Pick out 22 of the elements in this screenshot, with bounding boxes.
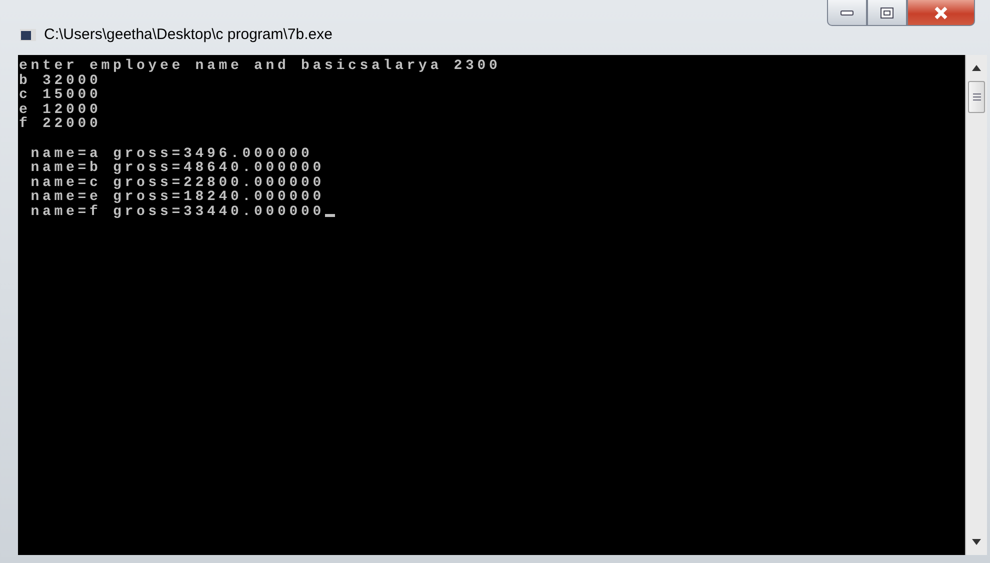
scroll-down-icon[interactable] — [972, 539, 981, 545]
console-line: b 32000 — [19, 74, 102, 88]
close-icon — [933, 6, 949, 20]
console-line: e 12000 — [19, 102, 102, 118]
vertical-scrollbar[interactable] — [965, 55, 987, 555]
scroll-up-icon[interactable] — [972, 65, 981, 71]
maximize-icon — [880, 6, 894, 18]
minimize-icon — [840, 10, 854, 16]
console-line: enter employee name and basicsalarya 2300 — [19, 59, 501, 74]
console-line: name=a gross=3496.000000 — [30, 146, 313, 162]
console-line: name=e gross=18240.000000 — [30, 190, 325, 205]
console-line: name=f gross=33440.000000 — [19, 204, 335, 220]
window-title: C:\Users\geetha\Desktop\c program\7b.exe — [44, 26, 332, 43]
console-line: name=c gross=22800.000000 — [30, 176, 325, 190]
maximize-button[interactable] — [867, 0, 907, 26]
console-line: f 22000 — [19, 117, 102, 132]
scrollbar-thumb[interactable] — [968, 81, 985, 113]
console-line: name=b gross=48640.000000 — [30, 161, 325, 176]
close-button[interactable] — [907, 0, 975, 26]
console-icon — [20, 28, 36, 40]
minimize-button[interactable] — [827, 0, 867, 26]
console-line: c 15000 — [19, 88, 102, 103]
